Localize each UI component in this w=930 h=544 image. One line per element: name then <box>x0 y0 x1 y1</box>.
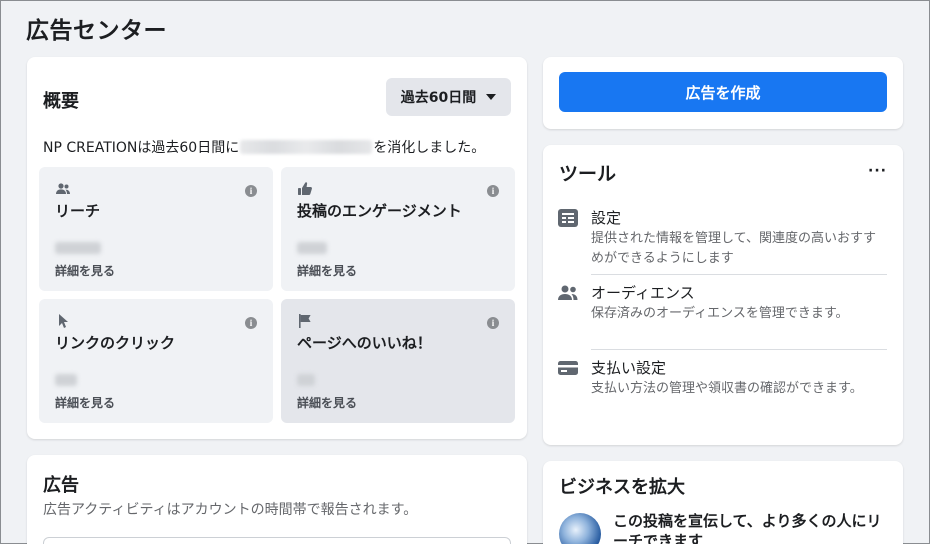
divider <box>591 349 887 350</box>
ads-filter-box[interactable] <box>43 537 511 544</box>
blurred-metric-value <box>55 374 77 386</box>
grow-business-card: ビジネスを拡大 この投稿を宣伝して、より多くの人にリーチできます <box>543 461 903 544</box>
caret-down-icon <box>486 94 497 100</box>
promote-post-text[interactable]: この投稿を宣伝して、より多くの人にリーチできます <box>613 511 893 544</box>
post-thumbnail[interactable] <box>559 513 601 544</box>
tool-title: 支払い設定 <box>591 359 667 377</box>
info-icon[interactable]: i <box>487 317 499 329</box>
thumbs-up-icon <box>298 182 312 195</box>
metric-card-engagement[interactable]: i 投稿のエンゲージメント 詳細を見る <box>281 167 515 291</box>
metric-label: リンクのクリック <box>55 334 176 352</box>
people-icon <box>56 183 70 194</box>
ads-title: 広告 <box>43 475 79 496</box>
settings-doc-icon <box>558 209 578 227</box>
spend-suffix: を消化しました。 <box>373 140 486 156</box>
info-icon[interactable]: i <box>245 185 257 197</box>
tool-item-audience[interactable]: オーディエンス 保存済みのオーディエンスを管理できます。 <box>557 282 887 344</box>
metric-card-reach[interactable]: i リーチ 詳細を見る <box>39 167 273 291</box>
metric-card-link-clicks[interactable]: i リンクのクリック 詳細を見る <box>39 299 273 423</box>
ads-card: 広告 広告アクティビティはアカウントの時間帯で報告されます。 <box>27 455 527 544</box>
tool-title: オーディエンス <box>591 284 695 302</box>
blurred-metric-value <box>297 242 327 254</box>
overview-title: 概要 <box>43 91 79 112</box>
credit-card-icon <box>558 361 578 375</box>
see-details-link[interactable]: 詳細を見る <box>55 394 115 411</box>
metric-card-page-likes[interactable]: i ページへのいいね！ 詳細を見る <box>281 299 515 423</box>
overview-card: 概要 過去60日間 NP CREATIONは過去60日間に を消化しました。 i… <box>27 57 527 439</box>
create-ad-card: 広告を作成 <box>543 57 903 129</box>
info-icon[interactable]: i <box>245 317 257 329</box>
more-options-button[interactable]: ··· <box>868 163 887 179</box>
date-range-label: 過去60日間 <box>400 90 477 106</box>
info-icon[interactable]: i <box>487 185 499 197</box>
tools-card: ツール ··· 設定 提供された情報を管理して、関連度の高いおすすめができるよう… <box>543 145 903 445</box>
metric-label: リーチ <box>55 202 101 220</box>
blurred-spend-amount <box>240 140 373 154</box>
metric-label: 投稿のエンゲージメント <box>297 202 462 220</box>
spend-summary: NP CREATIONは過去60日間に を消化しました。 <box>43 137 485 157</box>
blurred-metric-value <box>55 242 101 254</box>
see-details-link[interactable]: 詳細を見る <box>55 262 115 279</box>
tool-item-payment-settings[interactable]: 支払い設定 支払い方法の管理や領収書の確認ができます。 <box>557 357 887 419</box>
audience-icon <box>558 285 578 300</box>
tool-item-settings[interactable]: 設定 提供された情報を管理して、関連度の高いおすすめができるようにします <box>557 207 887 269</box>
ads-subtitle: 広告アクティビティはアカウントの時間帯で報告されます。 <box>43 502 418 518</box>
spend-prefix: NP CREATIONは過去60日間に <box>43 140 240 156</box>
grow-title: ビジネスを拡大 <box>559 477 685 498</box>
tool-title: 設定 <box>591 209 622 227</box>
metric-label: ページへのいいね！ <box>297 334 432 352</box>
divider <box>591 274 887 275</box>
tool-description: 提供された情報を管理して、関連度の高いおすすめができるようにします <box>591 231 876 266</box>
see-details-link[interactable]: 詳細を見る <box>297 262 357 279</box>
tool-description: 支払い方法の管理や領収書の確認ができます。 <box>591 381 863 396</box>
cursor-icon <box>59 314 68 328</box>
date-range-dropdown[interactable]: 過去60日間 <box>386 78 511 116</box>
blurred-metric-value <box>297 374 315 386</box>
tool-description: 保存済みのオーディエンスを管理できます。 <box>591 306 849 321</box>
see-details-link[interactable]: 詳細を見る <box>297 394 357 411</box>
tools-title: ツール <box>559 163 617 185</box>
flag-icon <box>299 314 311 328</box>
page-title: 広告センター <box>26 18 167 44</box>
create-ad-button[interactable]: 広告を作成 <box>559 72 887 112</box>
